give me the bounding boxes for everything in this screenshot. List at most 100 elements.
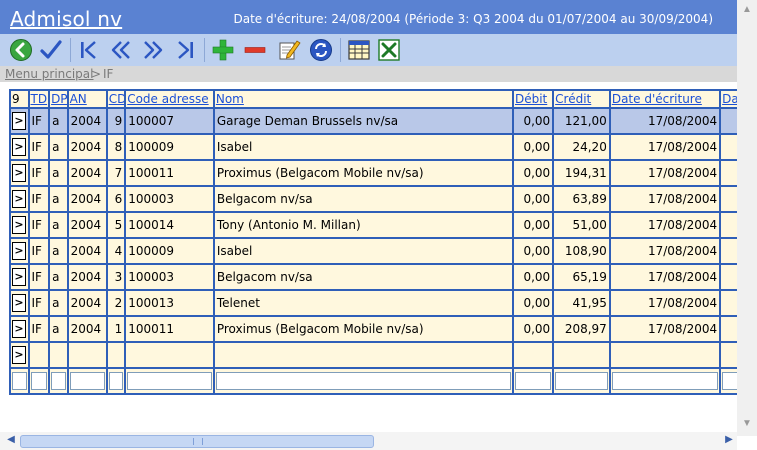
row-select-button[interactable]: > (12, 294, 26, 312)
cell-overflow (721, 317, 737, 341)
cell-nom: Isabel (214, 135, 512, 159)
check-icon[interactable] (38, 37, 64, 63)
cell-credit: 24,20 (554, 135, 609, 159)
col-header-nom[interactable]: Nom (214, 91, 512, 107)
cell-nom: Proximus (Belgacom Mobile nv/sa) (214, 161, 512, 185)
cell-nom: Belgacom nv/sa (214, 187, 512, 211)
scroll-up-icon[interactable]: ▲ (739, 4, 755, 18)
table-row[interactable]: > IF a 2004 4 100009 Isabel 0,00 108,90 17/08/200… (11, 239, 737, 263)
table-row[interactable]: > IF a 2004 6 100003 Belgacom nv/sa 0,00 63,89 17… (11, 187, 737, 211)
col-header-credit[interactable]: Crédit (554, 91, 609, 107)
filter-input-credit[interactable] (555, 372, 608, 390)
cell-debit: 0,00 (513, 135, 553, 159)
filter-input-date-ecriture[interactable] (611, 372, 719, 390)
grid-container: 9 TD DP AN CD Code adresse Nom Débit Cré… (9, 89, 737, 420)
empty-cell (721, 343, 737, 367)
col-header-date-truncated[interactable]: Da (721, 91, 737, 107)
cell-overflow (721, 135, 737, 159)
table-row[interactable]: > IF a 2004 9 100007 Garage Deman Brussels nv/… (11, 109, 737, 133)
new-row[interactable]: > (11, 343, 737, 367)
filter-input-cd[interactable] (108, 372, 124, 390)
horizontal-scroll-thumb[interactable] (20, 435, 374, 448)
row-select-button[interactable]: > (12, 164, 26, 182)
cell-cd: 6 (107, 187, 125, 211)
back-icon[interactable] (8, 37, 34, 63)
cell-nom: Garage Deman Brussels nv/sa (214, 109, 512, 133)
col-header-an[interactable]: AN (68, 91, 106, 107)
col-header-select: 9 (11, 91, 28, 107)
row-select-button[interactable]: > (12, 346, 26, 364)
filter-input-td[interactable] (30, 372, 48, 390)
cell-code-adresse: 100014 (126, 213, 213, 237)
row-select-button[interactable]: > (12, 320, 26, 338)
breadcrumb-menu-principal[interactable]: Menu principal (5, 67, 94, 81)
row-select-button[interactable]: > (12, 138, 26, 156)
filter-cell-dp (50, 369, 67, 393)
cell-an: 2004 (68, 213, 106, 237)
table-row[interactable]: > IF a 2004 3 100003 Belgacom nv/sa 0,00 65,19 17… (11, 265, 737, 289)
add-icon[interactable] (210, 37, 236, 63)
cell-td: IF (29, 135, 49, 159)
delete-icon[interactable] (242, 37, 268, 63)
filter-input-nom[interactable] (215, 372, 511, 390)
scroll-down-icon[interactable]: ▼ (739, 418, 755, 432)
cell-debit: 0,00 (513, 109, 553, 133)
col-header-dp[interactable]: DP (50, 91, 67, 107)
refresh-icon[interactable] (308, 37, 334, 63)
row-select-cell: > (11, 213, 28, 237)
last-record-icon[interactable] (172, 37, 198, 63)
col-header-cd[interactable]: CD (107, 91, 125, 107)
col-header-td[interactable]: TD (29, 91, 49, 107)
horizontal-scrollbar[interactable]: ◀ ▶ (0, 432, 737, 450)
filter-cell-credit (554, 369, 609, 393)
cell-td: IF (29, 109, 49, 133)
cell-debit: 0,00 (513, 213, 553, 237)
edit-icon[interactable] (276, 37, 302, 63)
toolbar (0, 34, 737, 66)
vertical-scrollbar[interactable]: ▲ ▼ (737, 0, 757, 436)
filter-row (11, 369, 737, 393)
row-select-button[interactable]: > (12, 268, 26, 286)
cell-debit: 0,00 (513, 161, 553, 185)
cell-code-adresse: 100009 (126, 135, 213, 159)
cell-credit: 63,89 (554, 187, 609, 211)
filter-input-code-adresse[interactable] (127, 372, 212, 390)
cell-dp: a (50, 187, 67, 211)
cell-date-ecriture: 17/08/2004 (610, 291, 720, 315)
table-view-icon[interactable] (346, 37, 372, 63)
excel-export-icon[interactable] (376, 37, 402, 63)
row-select-button[interactable]: > (12, 190, 26, 208)
cell-nom: Tony (Antonio M. Millan) (214, 213, 512, 237)
empty-cell (68, 343, 106, 367)
scroll-right-icon[interactable]: ▶ (722, 434, 736, 448)
row-select-button[interactable]: > (12, 216, 26, 234)
filter-input-date-truncated[interactable] (722, 372, 737, 390)
previous-record-icon[interactable] (108, 37, 134, 63)
row-select-button[interactable]: > (12, 242, 26, 260)
filter-cell-cd (107, 369, 125, 393)
table-row[interactable]: > IF a 2004 1 100011 Proximus (Belgacom Mobile… (11, 317, 737, 341)
table-row[interactable]: > IF a 2004 2 100013 Telenet 0,00 41,95 17/08/200… (11, 291, 737, 315)
row-select-button[interactable]: > (12, 112, 26, 130)
col-header-code-adresse[interactable]: Code adresse (126, 91, 213, 107)
filter-input-dp[interactable] (51, 372, 66, 390)
cell-td: IF (29, 187, 49, 211)
cell-credit: 194,31 (554, 161, 609, 185)
scroll-left-icon[interactable]: ◀ (4, 434, 18, 448)
table-row[interactable]: > IF a 2004 5 100014 Tony (Antonio M. Millan) 0… (11, 213, 737, 237)
table-row[interactable]: > IF a 2004 7 100011 Proximus (Belgacom Mobile… (11, 161, 737, 185)
cell-nom: Belgacom nv/sa (214, 265, 512, 289)
cell-dp: a (50, 135, 67, 159)
first-record-icon[interactable] (76, 37, 102, 63)
next-record-icon[interactable] (140, 37, 166, 63)
col-header-debit[interactable]: Débit (513, 91, 553, 107)
filter-input-an[interactable] (69, 372, 105, 390)
cell-nom: Isabel (214, 239, 512, 263)
cell-an: 2004 (68, 265, 106, 289)
row-select-cell: > (11, 239, 28, 263)
cell-credit: 208,97 (554, 317, 609, 341)
filter-input-select[interactable] (12, 372, 27, 390)
col-header-date-ecriture[interactable]: Date d'écriture (610, 91, 720, 107)
table-row[interactable]: > IF a 2004 8 100009 Isabel 0,00 24,20 17/08/2004 (11, 135, 737, 159)
filter-input-debit[interactable] (514, 372, 552, 390)
